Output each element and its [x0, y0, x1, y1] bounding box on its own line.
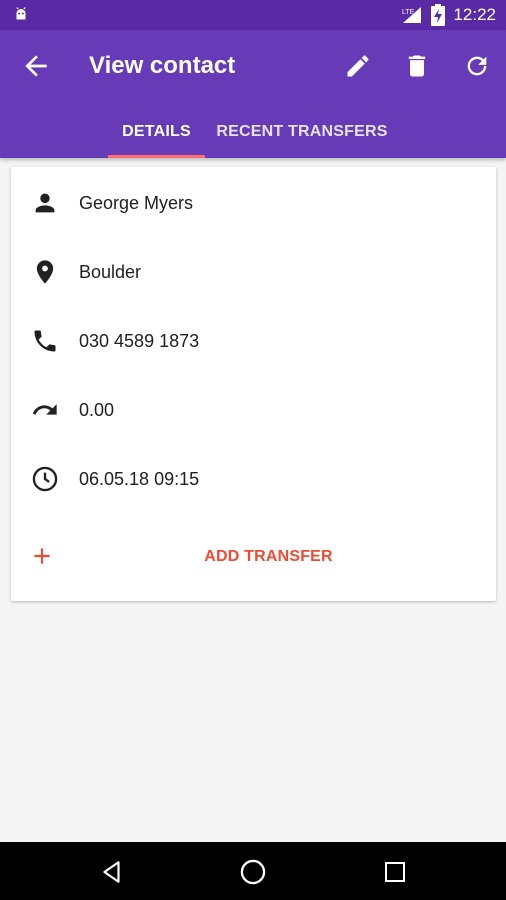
contact-name: George Myers	[79, 192, 194, 213]
lte-signal-icon: LTE	[402, 7, 422, 23]
tab-details[interactable]: DETAILS	[108, 106, 205, 158]
nav-home-button[interactable]	[237, 856, 269, 888]
back-button[interactable]	[20, 50, 52, 82]
detail-row-balance: 0.00	[11, 387, 496, 433]
refresh-button[interactable]	[461, 50, 493, 82]
svg-text:LTE: LTE	[402, 9, 415, 16]
detail-row-location: Boulder	[11, 249, 496, 295]
refresh-icon	[467, 56, 487, 76]
contact-datetime: 06.05.18 09:15	[79, 468, 200, 489]
detail-row-phone[interactable]: 030 4589 1873	[11, 318, 496, 364]
battery-charging-icon	[431, 4, 446, 26]
edit-button[interactable]	[342, 50, 374, 82]
edit-icon	[347, 55, 369, 77]
nav-recents-button[interactable]	[379, 856, 411, 888]
add-transfer-label: ADD TRANSFER	[204, 548, 333, 565]
contact-location: Boulder	[79, 261, 142, 282]
contact-details-card: George Myers Boulder 030 4589 1873 0.00 …	[11, 167, 496, 601]
clock-icon	[31, 465, 59, 493]
delete-icon	[408, 55, 426, 77]
arrow-back-icon	[25, 55, 47, 77]
page-title: View contact	[89, 52, 236, 79]
nav-back-button[interactable]	[96, 856, 128, 888]
detail-row-name: George Myers	[11, 180, 496, 226]
status-time: 12:22	[453, 5, 496, 24]
home-circle-icon	[240, 859, 266, 885]
back-triangle-icon	[103, 861, 120, 883]
location-pin-icon	[31, 258, 59, 286]
system-nav-bar	[0, 842, 506, 900]
add-transfer-button[interactable]: ADD TRANSFER	[11, 537, 496, 577]
app-bar: View contact DETAILS RECENT TRANSFERS	[0, 30, 506, 158]
contact-balance: 0.00	[79, 399, 115, 420]
tab-bar: DETAILS RECENT TRANSFERS	[0, 106, 506, 158]
tab-indicator	[108, 155, 205, 158]
detail-row-datetime: 06.05.18 09:15	[11, 456, 496, 502]
delete-button[interactable]	[401, 50, 433, 82]
contact-phone: 030 4589 1873	[79, 330, 200, 351]
status-bar: LTE 12:22	[0, 0, 506, 30]
tab-recent-transfers[interactable]: RECENT TRANSFERS	[212, 106, 392, 158]
tab-details-label: DETAILS	[122, 123, 191, 140]
phone-icon	[31, 327, 59, 355]
tab-recent-transfers-label: RECENT TRANSFERS	[216, 123, 388, 140]
person-icon	[31, 189, 59, 217]
recents-square-icon	[385, 862, 405, 882]
android-notification-icon	[16, 7, 26, 20]
redo-arrow-icon	[31, 396, 59, 424]
